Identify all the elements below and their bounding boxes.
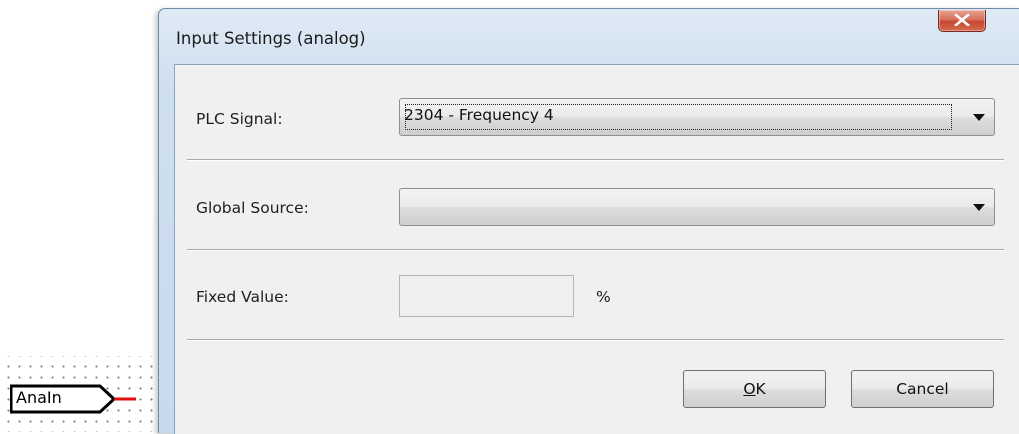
close-button[interactable] [938,10,986,32]
global-source-dropdown[interactable] [399,188,995,226]
global-source-label: Global Source: [196,199,309,217]
dialog-titlebar[interactable]: Input Settings (analog) [159,9,1019,65]
chevron-down-icon[interactable] [973,114,985,121]
input-settings-dialog: Input Settings (analog) PLC Signal: 2304… [158,8,1019,434]
close-icon [954,14,970,26]
ok-label: K [755,380,766,398]
ok-mnemonic: O [743,380,756,398]
anain-block-label: AnaIn [16,388,62,407]
fixed-value-unit: % [596,288,611,306]
dialog-client-area: PLC Signal: 2304 - Frequency 4 Global So… [174,64,1019,434]
separator [187,339,1004,341]
plc-signal-dropdown[interactable]: 2304 - Frequency 4 [399,98,995,136]
cancel-button[interactable]: Cancel [851,370,994,408]
ok-button[interactable]: OK [683,370,826,408]
plc-signal-value: 2304 - Frequency 4 [404,106,554,124]
dialog-title: Input Settings (analog) [176,29,366,48]
fixed-value-input[interactable] [399,275,574,317]
separator [187,249,1004,251]
chevron-down-icon[interactable] [973,204,985,211]
separator [187,159,1004,161]
fixed-value-label: Fixed Value: [196,288,289,306]
plc-signal-label: PLC Signal: [196,110,283,128]
